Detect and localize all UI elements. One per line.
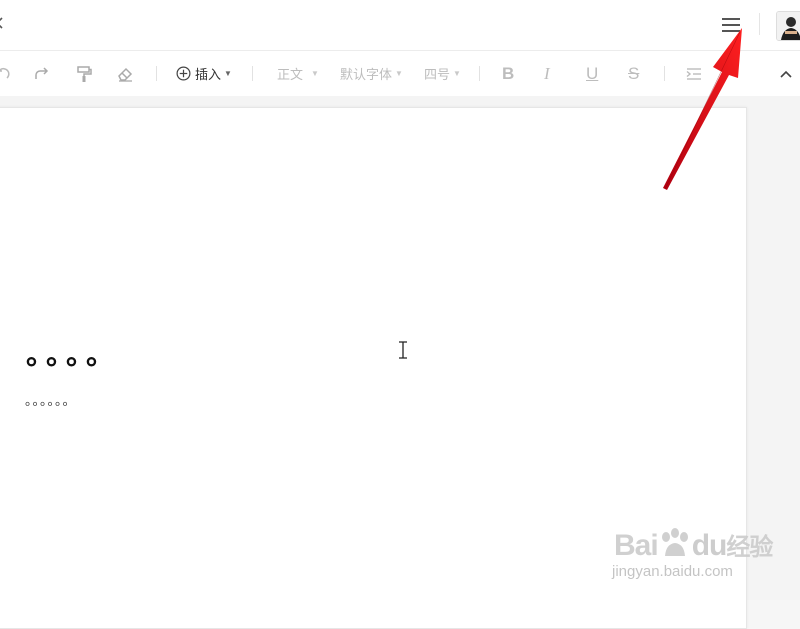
font-family-select[interactable]: 默认字体 ▼ <box>340 51 403 96</box>
plus-circle-icon <box>176 66 191 81</box>
top-divider <box>759 13 760 35</box>
avatar-icon[interactable] <box>776 11 800 41</box>
undo-icon[interactable] <box>0 51 12 96</box>
indent-icon[interactable] <box>685 51 703 96</box>
back-chevron-icon[interactable] <box>0 16 6 35</box>
italic-button[interactable]: I <box>544 51 550 96</box>
insert-button[interactable]: 插入 ▼ <box>176 51 232 96</box>
eraser-icon[interactable] <box>116 51 134 96</box>
toolbar-divider <box>252 66 253 81</box>
top-bar <box>0 0 800 51</box>
collapse-chevron-icon[interactable] <box>778 51 794 96</box>
paragraph-style-select[interactable]: 正文 ▼ <box>277 51 319 96</box>
font-size-select[interactable]: 四号 ▼ <box>424 51 461 96</box>
caret-down-icon: ▼ <box>224 69 232 78</box>
menu-icon[interactable] <box>718 13 744 37</box>
font-size-label: 四号 <box>424 67 451 82</box>
format-painter-icon[interactable] <box>75 51 93 96</box>
caret-down-icon: ▼ <box>395 69 403 78</box>
toolbar-divider <box>664 66 665 81</box>
toolbar-divider <box>156 66 157 81</box>
underline-button[interactable]: U <box>586 51 598 96</box>
redo-icon[interactable] <box>32 51 50 96</box>
editor-toolbar: 插入 ▼ 正文 ▼ 默认字体 ▼ 四号 ▼ B I U S <box>0 51 800 96</box>
strikethrough-button[interactable]: S <box>628 51 639 96</box>
caret-down-icon: ▼ <box>453 69 461 78</box>
bold-button[interactable]: B <box>502 51 514 96</box>
insert-label: 插入 <box>195 67 222 82</box>
toolbar-divider <box>479 66 480 81</box>
document-line-2[interactable]: 。。。。。。 <box>25 390 77 409</box>
caret-down-icon: ▼ <box>311 69 319 78</box>
document-page[interactable]: 。。。。 。。。。。。 <box>0 107 747 629</box>
paragraph-style-label: 正文 <box>277 67 304 82</box>
document-line-1[interactable]: 。。。。 <box>26 340 120 370</box>
font-family-label: 默认字体 <box>340 67 393 82</box>
text-cursor-icon <box>396 340 410 367</box>
